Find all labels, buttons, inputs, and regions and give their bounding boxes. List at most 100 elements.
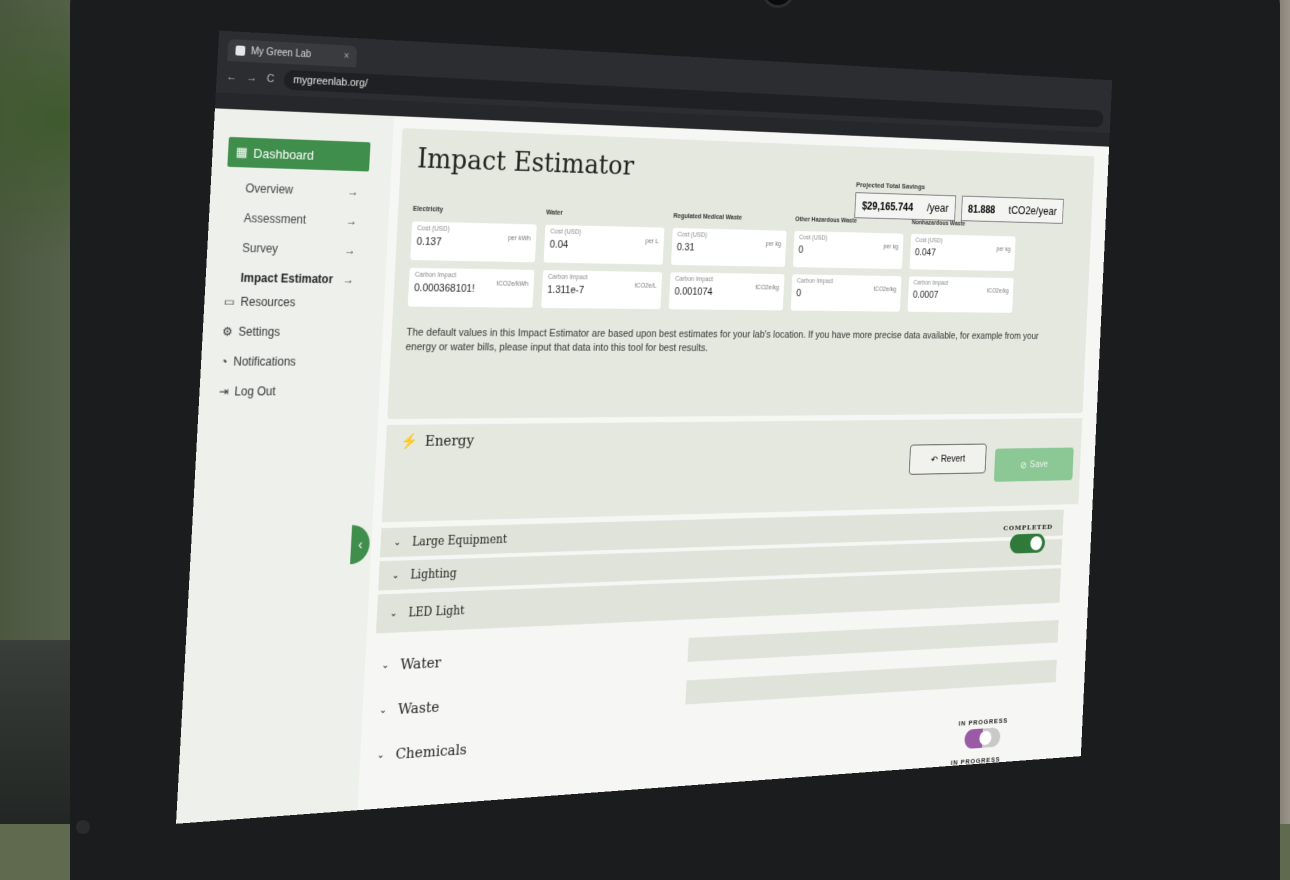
field-label: Cost (USD): [550, 229, 659, 238]
bezel-screw: [76, 820, 90, 834]
sidebar-item-overview[interactable]: Overview →: [245, 181, 359, 198]
field-unit: per kg: [765, 241, 781, 248]
save-button[interactable]: ⊘ Save: [994, 447, 1074, 481]
projected-savings: Projected Total Savings $29,165.744 /yea…: [854, 181, 1064, 224]
sidebar-item-dashboard[interactable]: ▦ Dashboard: [227, 137, 370, 172]
carbon-field[interactable]: Carbon Impact 0.001074 tCO2e/kg: [669, 272, 785, 310]
revert-label: Revert: [941, 454, 966, 465]
category-grid: Electricity Cost (USD) 0.137 per kWh Car…: [407, 206, 1016, 320]
collapse-sidebar-button[interactable]: ‹: [350, 525, 371, 565]
arrow-right-icon: →: [346, 214, 358, 228]
sidebar-item-logout[interactable]: ⇥ Log Out: [219, 384, 276, 398]
carbon-savings-unit: tCO2e/year: [1008, 203, 1057, 217]
app-area: ▦ Dashboard Overview → Assessment → Surv…: [176, 108, 1109, 823]
carbon-field[interactable]: Carbon Impact 1.311e-7 tCO2e/L: [541, 270, 662, 309]
carbon-savings-box: 81.888 tCO2e/year: [961, 196, 1064, 224]
field-label: Cost (USD): [915, 237, 1011, 245]
reload-icon[interactable]: C: [266, 73, 274, 85]
category-heading: Electricity: [413, 206, 538, 219]
completed-toggle[interactable]: [1010, 533, 1046, 553]
main-content: Impact Estimator Projected Total Savings…: [357, 116, 1109, 810]
status-completed: COMPLETED: [1002, 522, 1053, 554]
arrow-right-icon: →: [344, 243, 356, 257]
webcam-icon: [762, 0, 794, 8]
save-label: Save: [1030, 459, 1049, 470]
field-unit: per L: [645, 238, 659, 245]
field-unit: per kg: [996, 246, 1011, 252]
field-unit: per kg: [883, 244, 898, 251]
field-label: Cost (USD): [799, 235, 899, 244]
tab-title: My Green Lab: [251, 46, 312, 60]
close-tab-icon[interactable]: ×: [343, 51, 349, 62]
category-heading: Other Hazardous Waste: [795, 216, 904, 228]
cost-field[interactable]: Cost (USD) 0.31 per kg: [671, 228, 787, 267]
back-icon[interactable]: ←: [226, 71, 237, 83]
toggle-knob: [979, 731, 992, 746]
cost-field[interactable]: Cost (USD) 0.04 per L: [544, 225, 665, 265]
chevron-down-icon: ⌄: [390, 608, 398, 619]
chevron-down-icon: ⌄: [377, 749, 385, 760]
check-circle-icon: ⊘: [1020, 459, 1027, 470]
sidebar-item-label: Assessment: [243, 211, 306, 226]
cost-field[interactable]: Cost (USD) 0.047 per kg: [910, 234, 1016, 271]
energy-header[interactable]: ⚡ Energy: [400, 432, 474, 450]
carbon-field[interactable]: Carbon Impact 0.0007 tCO2e/kg: [907, 276, 1013, 313]
sidebar-item-assessment[interactable]: Assessment →: [243, 211, 357, 228]
category-electricity: Electricity Cost (USD) 0.137 per kWh Car…: [407, 206, 537, 316]
field-unit: tCO2e/kg: [873, 286, 896, 293]
field-label: Carbon Impact: [797, 278, 897, 286]
sidebar-item-survey[interactable]: Survey →: [242, 241, 356, 257]
chevron-down-icon: ⌄: [392, 570, 400, 581]
category-heading: Water: [546, 210, 665, 223]
field-unit: tCO2e/L: [635, 283, 657, 290]
field-label: Carbon Impact: [913, 280, 1009, 288]
status-in-progress: IN PROGRESS: [957, 716, 1008, 749]
forward-icon[interactable]: →: [246, 72, 257, 84]
sidebar-item-resources[interactable]: ▭ Resources: [223, 295, 295, 310]
laptop-screen: My Green Lab × ← → C mygreenlab.org/ ▦ D…: [176, 31, 1112, 824]
field-unit: tCO2e/kWh: [497, 281, 529, 288]
wrench-icon: ⚙: [222, 325, 233, 339]
field-label: Carbon Impact: [548, 274, 657, 282]
bell-icon: ◔: [220, 355, 228, 369]
section-label: Chemicals: [395, 741, 467, 763]
in-progress-toggle[interactable]: [964, 727, 1000, 749]
cost-field[interactable]: Cost (USD) 0.137 per kWh: [410, 221, 537, 262]
chevron-down-icon: ⌄: [393, 537, 401, 548]
sidebar-item-notifications[interactable]: ◔ Notifications: [220, 355, 296, 369]
field-label: Cost (USD): [417, 225, 531, 234]
favicon-icon: [235, 45, 245, 55]
cost-savings-box: $29,165.744 /year: [854, 192, 956, 221]
field-value: 0.04: [549, 239, 658, 253]
category-other-hazardous-waste: Other Hazardous Waste Cost (USD) 0 per k…: [790, 216, 904, 318]
carbon-field[interactable]: Carbon Impact 0.000368101! tCO2e/kWh: [408, 268, 535, 308]
cost-field[interactable]: Cost (USD) 0 per kg: [793, 231, 904, 269]
sidebar-item-label: Settings: [238, 325, 280, 339]
book-icon: ▭: [223, 295, 235, 309]
plug-icon: ⚡: [400, 432, 418, 450]
sidebar-item-impact-estimator[interactable]: Impact Estimator →: [240, 271, 354, 287]
cost-savings-value: $29,165.744: [862, 199, 914, 213]
row-label: Large Equipment: [412, 532, 508, 548]
sidebar-item-label: Overview: [245, 181, 293, 196]
energy-section: ⚡ Energy ↶ Revert ⊘ Save: [382, 418, 1083, 522]
revert-button[interactable]: ↶ Revert: [909, 444, 987, 475]
sidebar-item-label: Log Out: [234, 384, 276, 398]
field-label: Carbon Impact: [415, 272, 529, 281]
cost-savings-unit: /year: [927, 201, 949, 215]
impact-estimator-panel: Impact Estimator Projected Total Savings…: [387, 128, 1094, 419]
field-label: Cost (USD): [677, 232, 781, 241]
sidebar-item-settings[interactable]: ⚙ Settings: [222, 325, 280, 339]
arrow-right-icon: →: [343, 273, 355, 287]
category-regulated-medical-waste: Regulated Medical Waste Cost (USD) 0.31 …: [668, 213, 787, 318]
logout-icon: ⇥: [219, 385, 230, 399]
sidebar-item-label: Survey: [242, 241, 278, 256]
chevron-down-icon: ⌄: [379, 704, 387, 715]
status-label: COMPLETED: [1003, 522, 1053, 532]
field-unit: tCO2e/kg: [987, 288, 1009, 294]
field-unit: per kWh: [508, 235, 531, 242]
browser-tab[interactable]: My Green Lab ×: [227, 39, 357, 67]
carbon-field[interactable]: Carbon Impact 0 tCO2e/kg: [791, 274, 902, 311]
sidebar-item-label: Impact Estimator: [240, 271, 333, 286]
section-label: Waste: [397, 698, 439, 718]
